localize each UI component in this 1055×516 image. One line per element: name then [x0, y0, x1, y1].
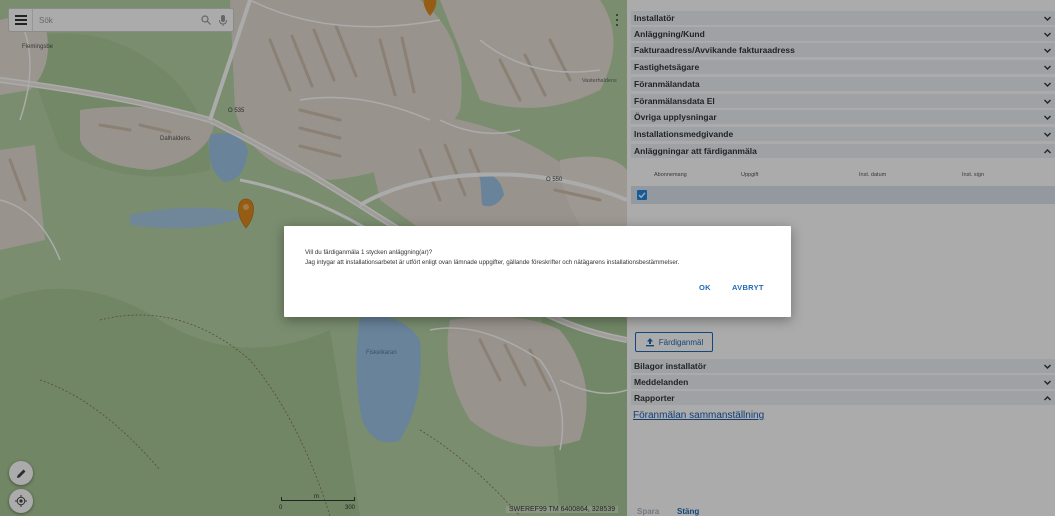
- ok-button[interactable]: OK: [699, 283, 711, 292]
- dialog-statement: Jag intygar att installationsarbetet är …: [305, 259, 680, 266]
- confirm-dialog: Vill du färdiganmäla 1 stycken anläggnin…: [284, 226, 791, 317]
- dialog-question: Vill du färdiganmäla 1 stycken anläggnin…: [305, 249, 433, 256]
- cancel-button[interactable]: AVBRYT: [732, 283, 764, 292]
